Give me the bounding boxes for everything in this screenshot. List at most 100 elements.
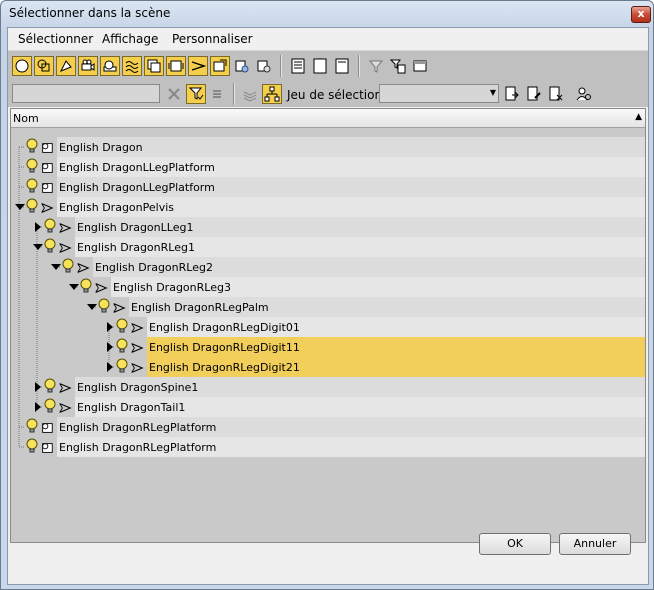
title-bar[interactable]: Sélectionner dans la scène x bbox=[1, 1, 653, 27]
expand-arrow-down-icon[interactable] bbox=[51, 262, 61, 272]
visibility-toggle[interactable] bbox=[97, 298, 111, 317]
tree-row-cell[interactable]: English DragonRLegDigit21 bbox=[147, 357, 645, 377]
tree-row[interactable]: English DragonLLegPlatform bbox=[11, 157, 645, 177]
filter-helpers-button[interactable] bbox=[100, 56, 120, 76]
visibility-toggle[interactable] bbox=[43, 398, 57, 417]
tree-row[interactable]: English DragonRLegDigit21 bbox=[11, 357, 645, 377]
display-none-button[interactable] bbox=[310, 56, 330, 76]
filter-hidden-button[interactable] bbox=[254, 56, 274, 76]
tree-row[interactable]: English DragonSpine1 bbox=[11, 377, 645, 397]
visibility-toggle[interactable] bbox=[25, 438, 39, 457]
tree-row[interactable]: English DragonLLeg1 bbox=[11, 217, 645, 237]
display-all-button[interactable] bbox=[288, 56, 308, 76]
tree-row-cell[interactable]: English DragonRLeg1 bbox=[75, 237, 645, 257]
tree-row-cell[interactable]: English DragonSpine1 bbox=[75, 377, 645, 397]
filter-bones-button[interactable] bbox=[188, 56, 208, 76]
tree-row-cell[interactable]: English DragonRLegPlatform bbox=[57, 417, 645, 437]
filter-options-button[interactable] bbox=[410, 56, 430, 76]
search-filter-button[interactable] bbox=[186, 84, 206, 104]
visibility-toggle[interactable] bbox=[25, 198, 39, 217]
filter-groups-button[interactable] bbox=[144, 56, 164, 76]
tree-row[interactable]: English DragonRLeg1 bbox=[11, 237, 645, 257]
tree-row-cell[interactable]: English DragonPelvis bbox=[57, 197, 645, 217]
tree-row-cell[interactable]: English DragonRLeg3 bbox=[111, 277, 645, 297]
expand-arrow-right-icon[interactable] bbox=[105, 362, 115, 372]
filter-toggle-button[interactable] bbox=[366, 56, 386, 76]
lightbulb-icon bbox=[116, 318, 128, 333]
tree-row-cell[interactable]: English DragonTail1 bbox=[75, 397, 645, 417]
tree-row[interactable]: English DragonLLegPlatform bbox=[11, 177, 645, 197]
find-case-button[interactable] bbox=[574, 84, 594, 104]
visibility-toggle[interactable] bbox=[79, 278, 93, 297]
visibility-toggle[interactable] bbox=[25, 158, 39, 177]
filter-geometry-button[interactable] bbox=[12, 56, 32, 76]
layers-button[interactable] bbox=[240, 84, 260, 104]
selection-set-dropdown[interactable]: ▼ bbox=[379, 84, 499, 103]
menu-display[interactable]: Affichage bbox=[102, 32, 158, 46]
tree-row[interactable]: English Dragon bbox=[11, 137, 645, 157]
expand-arrow-down-icon[interactable] bbox=[33, 242, 43, 252]
tree-row-cell[interactable]: English Dragon bbox=[57, 137, 645, 157]
column-header-name[interactable]: Nom ▲ bbox=[11, 109, 645, 128]
tree-row[interactable]: English DragonTail1 bbox=[11, 397, 645, 417]
hierarchy-button[interactable] bbox=[262, 84, 282, 104]
visibility-toggle[interactable] bbox=[115, 318, 129, 337]
tree-row-cell[interactable]: English DragonLLeg1 bbox=[75, 217, 645, 237]
filter-containers-button[interactable] bbox=[210, 56, 230, 76]
row-icons bbox=[43, 378, 72, 397]
filter-cameras-button[interactable] bbox=[78, 56, 98, 76]
tree-row-cell[interactable]: English DragonRLegPlatform bbox=[57, 437, 645, 457]
filter-xrefs-button[interactable] bbox=[166, 56, 186, 76]
visibility-toggle[interactable] bbox=[25, 178, 39, 197]
edit-set-button[interactable] bbox=[524, 84, 544, 104]
filter-shapes-button[interactable] bbox=[34, 56, 54, 76]
tree-row-cell[interactable]: English DragonRLegDigit01 bbox=[147, 317, 645, 337]
filter-frozen-button[interactable] bbox=[232, 56, 252, 76]
menu-select[interactable]: Sélectionner bbox=[18, 32, 93, 46]
search-input[interactable] bbox=[12, 84, 160, 103]
display-invert-button[interactable] bbox=[332, 56, 352, 76]
tree-row[interactable]: English DragonRLegPalm bbox=[11, 297, 645, 317]
expand-arrow-down-icon[interactable] bbox=[87, 302, 97, 312]
expand-arrow-down-icon[interactable] bbox=[15, 202, 25, 212]
close-button[interactable]: x bbox=[631, 6, 651, 23]
tree-row[interactable]: English DragonRLeg3 bbox=[11, 277, 645, 297]
visibility-toggle[interactable] bbox=[43, 238, 57, 257]
visibility-toggle[interactable] bbox=[61, 258, 75, 277]
visibility-toggle[interactable] bbox=[43, 218, 57, 237]
expand-arrow-down-icon[interactable] bbox=[69, 282, 79, 292]
tree-row[interactable]: English DragonRLegPlatform bbox=[11, 417, 645, 437]
tree-row[interactable]: English DragonRLeg2 bbox=[11, 257, 645, 277]
filter-spacewarps-button[interactable] bbox=[122, 56, 142, 76]
tree-row-cell[interactable]: English DragonRLegDigit11 bbox=[147, 337, 645, 357]
tree-row[interactable]: English DragonPelvis bbox=[11, 197, 645, 217]
ok-button[interactable]: OK bbox=[479, 533, 551, 555]
visibility-toggle[interactable] bbox=[25, 418, 39, 437]
expand-arrow-right-icon[interactable] bbox=[33, 222, 43, 232]
expand-arrow-right-icon[interactable] bbox=[105, 342, 115, 352]
scene-tree[interactable]: Nom ▲ English Dragon English DragonLLegPl… bbox=[10, 108, 646, 543]
visibility-toggle[interactable] bbox=[115, 358, 129, 377]
tree-row-cell[interactable]: English DragonLLegPlatform bbox=[57, 177, 645, 197]
clear-search-button[interactable] bbox=[164, 84, 184, 104]
search-stack-button[interactable] bbox=[208, 84, 228, 104]
visibility-toggle[interactable] bbox=[115, 338, 129, 357]
cancel-button[interactable]: Annuler bbox=[559, 533, 631, 555]
filter-lights-button[interactable] bbox=[56, 56, 76, 76]
bone-icon bbox=[41, 202, 54, 213]
tree-row-cell[interactable]: English DragonRLegPalm bbox=[129, 297, 645, 317]
tree-row-cell[interactable]: English DragonLLegPlatform bbox=[57, 157, 645, 177]
remove-set-button[interactable] bbox=[546, 84, 566, 104]
tree-row-cell[interactable]: English DragonRLeg2 bbox=[93, 257, 645, 277]
visibility-toggle[interactable] bbox=[43, 378, 57, 397]
expand-arrow-right-icon[interactable] bbox=[33, 402, 43, 412]
expand-arrow-right-icon[interactable] bbox=[33, 382, 43, 392]
menu-customize[interactable]: Personnaliser bbox=[172, 32, 253, 46]
tree-row[interactable]: English DragonRLegDigit01 bbox=[11, 317, 645, 337]
tree-row[interactable]: English DragonRLegPlatform bbox=[11, 437, 645, 457]
tree-row[interactable]: English DragonRLegDigit11 bbox=[11, 337, 645, 357]
filter-selection-button[interactable] bbox=[388, 56, 408, 76]
expand-arrow-right-icon[interactable] bbox=[105, 322, 115, 332]
visibility-toggle[interactable] bbox=[25, 138, 39, 157]
create-set-button[interactable] bbox=[502, 84, 522, 104]
